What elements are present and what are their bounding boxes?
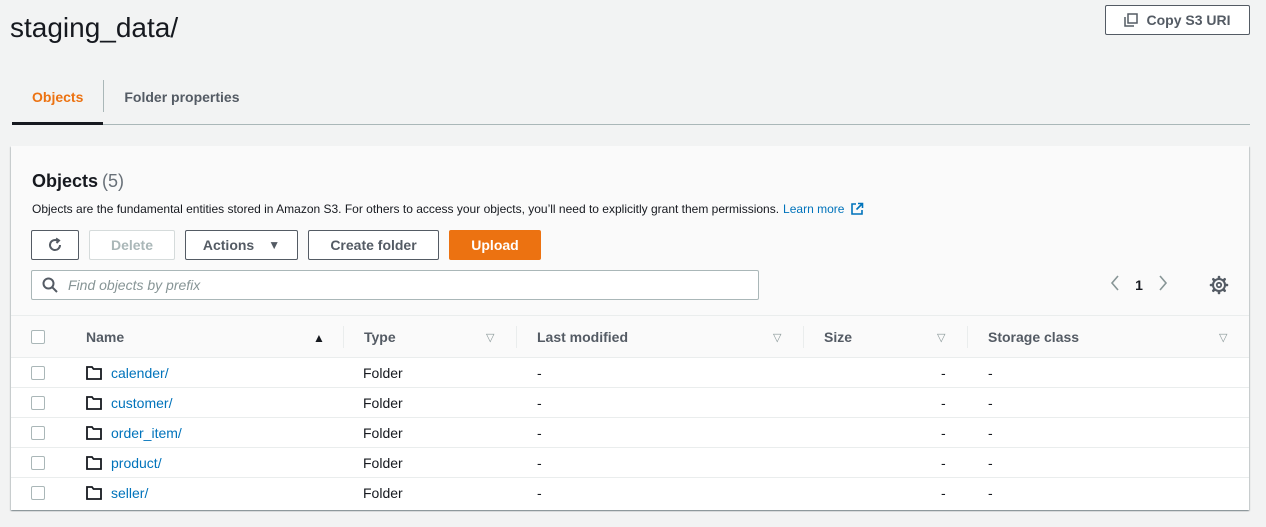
column-header-size[interactable]: Size: [824, 316, 852, 358]
type-cell: Folder: [363, 485, 403, 501]
sort-icon[interactable]: ▽: [1219, 331, 1227, 344]
objects-description-text: Objects are the fundamental entities sto…: [32, 202, 780, 216]
page-title: staging_data/: [10, 12, 179, 43]
storage-class-cell: -: [988, 455, 993, 471]
sort-icon[interactable]: ▽: [773, 331, 781, 344]
last-modified-cell: -: [537, 425, 542, 441]
external-link-icon: [851, 202, 864, 215]
column-header-storage-class[interactable]: Storage class: [988, 316, 1079, 358]
actions-label: Actions: [202, 237, 255, 253]
storage-class-cell: -: [988, 365, 993, 381]
folder-icon: [86, 426, 102, 440]
column-divider[interactable]: [516, 326, 517, 348]
row-checkbox[interactable]: [31, 426, 45, 440]
column-divider[interactable]: [343, 326, 344, 348]
size-cell: -: [941, 485, 946, 501]
folder-icon: [86, 366, 102, 380]
column-header-type[interactable]: Type: [364, 316, 396, 358]
folder-name-link[interactable]: seller/: [111, 478, 148, 508]
sort-icon[interactable]: ▽: [486, 331, 494, 344]
tabs: Objects Folder properties: [12, 70, 1250, 125]
refresh-button[interactable]: [31, 230, 79, 260]
learn-more-label: Learn more: [783, 202, 845, 216]
storage-class-cell: -: [988, 485, 993, 501]
learn-more-link[interactable]: Learn more: [783, 202, 864, 216]
folder-icon: [86, 396, 102, 410]
upload-button[interactable]: Upload: [449, 230, 541, 260]
chevron-left-icon[interactable]: [1104, 274, 1126, 296]
type-cell: Folder: [363, 395, 403, 411]
table-row: order_item/ Folder - - -: [11, 418, 1249, 448]
refresh-icon: [49, 237, 62, 251]
objects-title-text: Objects: [32, 171, 99, 191]
tab-folder-properties[interactable]: Folder properties: [104, 70, 259, 124]
last-modified-cell: -: [537, 395, 542, 411]
search-icon: [42, 277, 58, 293]
folder-icon: [86, 456, 102, 470]
folder-name-link[interactable]: product/: [111, 448, 162, 478]
last-modified-cell: -: [537, 455, 542, 471]
chevron-right-icon[interactable]: [1152, 274, 1174, 296]
last-modified-cell: -: [537, 485, 542, 501]
row-checkbox[interactable]: [31, 366, 45, 380]
type-cell: Folder: [363, 425, 403, 441]
folder-name-link[interactable]: calender/: [111, 358, 169, 388]
objects-count: (5): [102, 171, 125, 191]
row-checkbox[interactable]: [31, 456, 45, 470]
create-folder-button[interactable]: Create folder: [308, 230, 439, 260]
column-divider[interactable]: [967, 326, 968, 348]
row-checkbox[interactable]: [31, 396, 45, 410]
sort-asc-icon[interactable]: ▲: [313, 331, 325, 345]
column-header-name[interactable]: Name: [86, 316, 124, 358]
column-header-last-modified[interactable]: Last modified: [537, 316, 628, 358]
copy-s3-uri-button[interactable]: Copy S3 URI: [1105, 5, 1250, 35]
copy-icon: [1124, 13, 1139, 27]
page-header: staging_data/ Copy S3 URI Objects Folder…: [0, 0, 1266, 126]
table-row: customer/ Folder - - -: [11, 388, 1249, 418]
last-modified-cell: -: [537, 365, 542, 381]
size-cell: -: [941, 455, 946, 471]
type-cell: Folder: [363, 365, 403, 381]
folder-icon: [86, 486, 102, 500]
storage-class-cell: -: [988, 395, 993, 411]
page-number[interactable]: 1: [1126, 277, 1152, 293]
sort-icon[interactable]: ▽: [937, 331, 945, 344]
table-row: seller/ Folder - - -: [11, 478, 1249, 508]
delete-button[interactable]: Delete: [89, 230, 175, 260]
table-row: product/ Folder - - -: [11, 448, 1249, 478]
size-cell: -: [941, 395, 946, 411]
search-box: [31, 270, 759, 300]
objects-panel: Objects (5) Objects are the fundamental e…: [11, 146, 1249, 510]
search-input[interactable]: [68, 277, 758, 293]
caret-down-icon: ▼: [268, 238, 281, 252]
row-checkbox[interactable]: [31, 486, 45, 500]
table-header: Name ▲ Type ▽ Last modified ▽ Size ▽ Sto…: [11, 316, 1249, 358]
copy-s3-uri-label: Copy S3 URI: [1146, 12, 1231, 28]
size-cell: -: [941, 365, 946, 381]
type-cell: Folder: [363, 455, 403, 471]
storage-class-cell: -: [988, 425, 993, 441]
objects-panel-header: Objects (5) Objects are the fundamental e…: [11, 146, 1249, 316]
objects-description: Objects are the fundamental entities sto…: [32, 202, 864, 216]
table-row: calender/ Folder - - -: [11, 358, 1249, 388]
pagination: 1: [1104, 274, 1174, 296]
size-cell: -: [941, 425, 946, 441]
column-divider[interactable]: [803, 326, 804, 348]
folder-name-link[interactable]: order_item/: [111, 418, 182, 448]
tab-objects[interactable]: Objects: [12, 70, 104, 125]
objects-panel-title: Objects (5): [32, 171, 124, 192]
select-all-checkbox[interactable]: [31, 330, 45, 344]
objects-table-body: calender/ Folder - - - customer/ Folder …: [11, 358, 1249, 508]
actions-dropdown[interactable]: Actions ▼: [185, 230, 298, 260]
folder-name-link[interactable]: customer/: [111, 388, 172, 418]
gear-icon[interactable]: [1208, 274, 1230, 296]
